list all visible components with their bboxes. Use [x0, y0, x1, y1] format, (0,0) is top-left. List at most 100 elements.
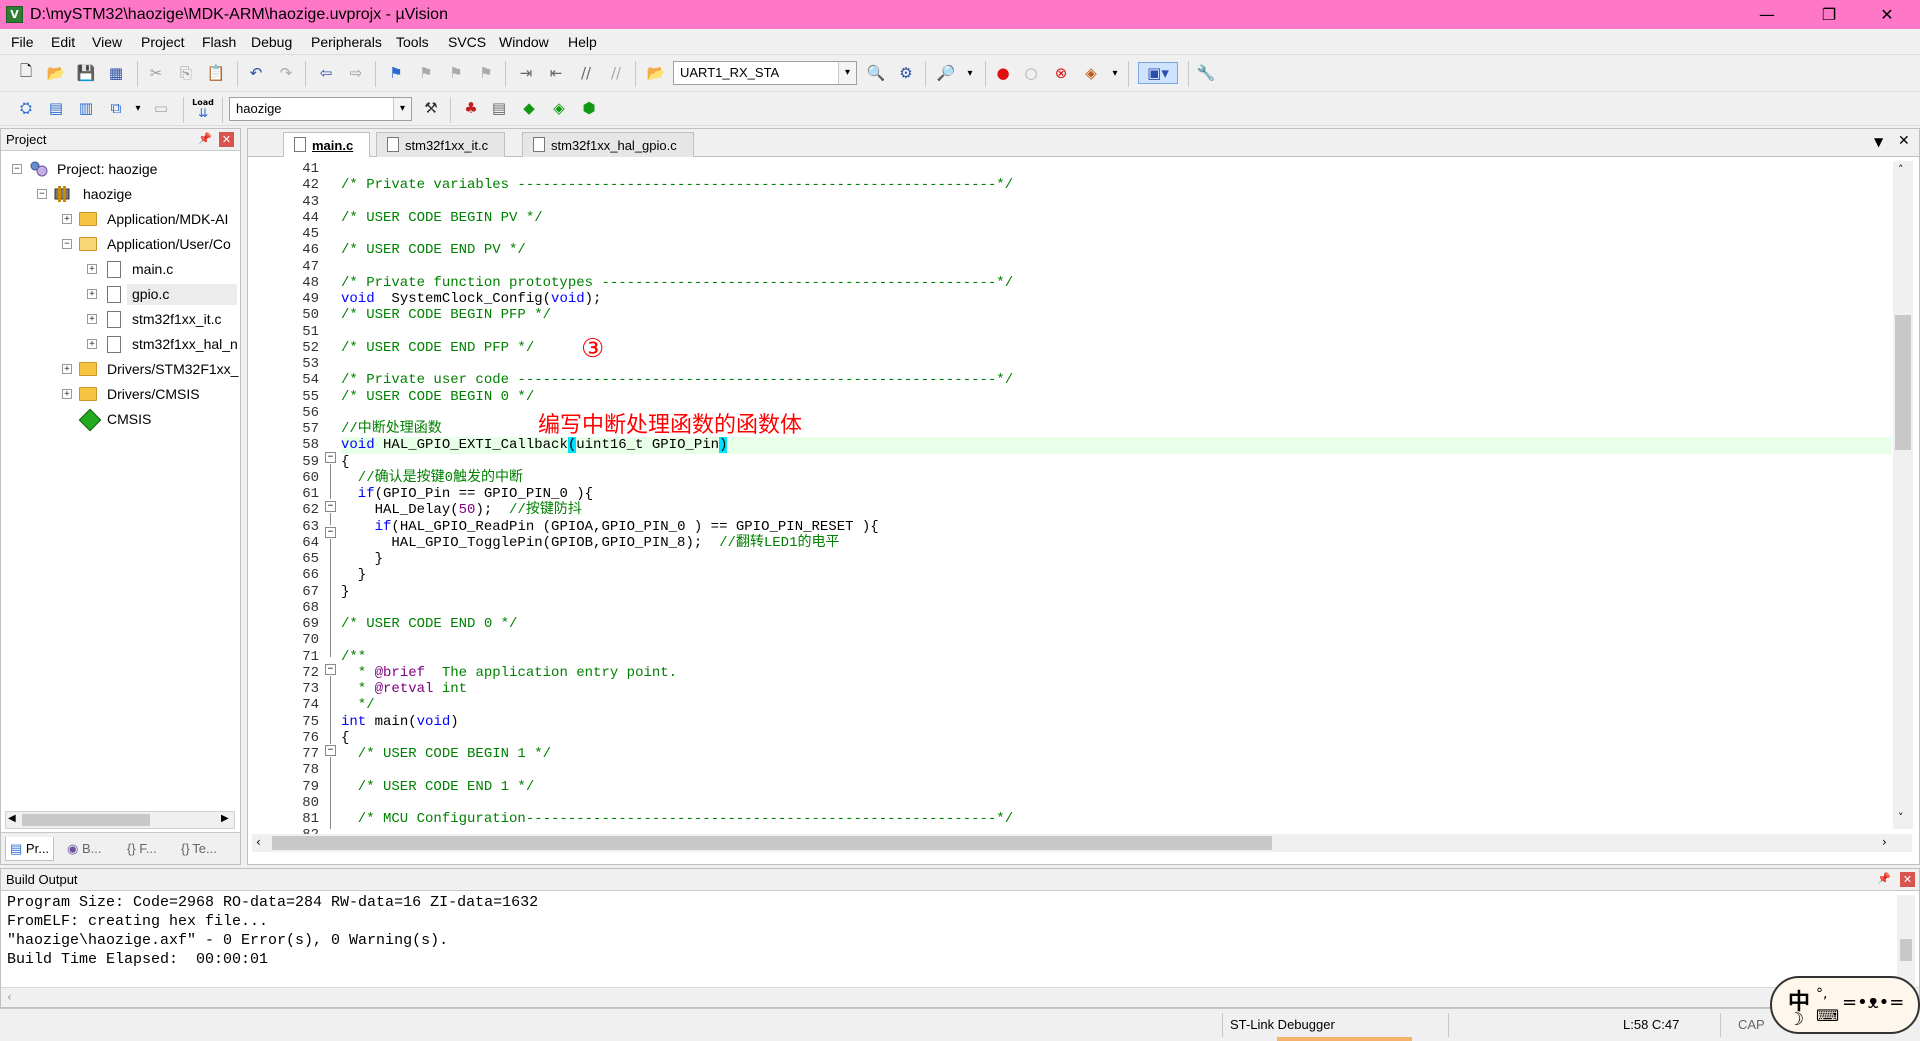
- manage-project-items-icon[interactable]: ♣: [460, 97, 482, 119]
- tab-stm32f1xx-it-c[interactable]: stm32f1xx_it.c: [376, 132, 506, 157]
- menu-window[interactable]: Window: [493, 29, 555, 55]
- save-icon[interactable]: 💾: [75, 62, 97, 84]
- fold-toggle-icon[interactable]: −: [325, 501, 336, 512]
- find-icon[interactable]: 🔍: [865, 62, 887, 84]
- expand-toggle-icon[interactable]: +: [62, 214, 72, 224]
- configure-wrench-icon[interactable]: 🔧: [1195, 62, 1217, 84]
- unindent-icon[interactable]: ⇤: [545, 62, 567, 84]
- menu-view[interactable]: View: [86, 29, 128, 55]
- tab-books[interactable]: ◉ B...: [63, 837, 105, 861]
- scrollbar-thumb[interactable]: [1900, 939, 1912, 961]
- chevron-down-icon[interactable]: ▾: [393, 98, 411, 120]
- scroll-down-icon[interactable]: ˅: [1898, 811, 1904, 824]
- code-line[interactable]: /* MCU Configuration--------------------…: [341, 811, 1891, 827]
- indent-icon[interactable]: ⇥: [515, 62, 537, 84]
- undo-icon[interactable]: ↶: [245, 62, 267, 84]
- incremental-find-icon[interactable]: ⚙: [895, 62, 917, 84]
- expand-toggle-icon[interactable]: +: [62, 389, 72, 399]
- find-combo[interactable]: UART1_RX_STA ▾: [673, 61, 857, 85]
- scrollbar-thumb[interactable]: [1895, 315, 1911, 450]
- code-line[interactable]: [341, 762, 1891, 778]
- save-all-icon[interactable]: ▦: [105, 62, 127, 84]
- tree-row-group[interactable]: + Drivers/STM32F1xx_: [1, 357, 240, 382]
- scroll-left-icon[interactable]: ◀: [8, 813, 16, 824]
- expand-toggle-icon[interactable]: +: [87, 314, 97, 324]
- rebuild-icon[interactable]: ▥: [75, 97, 97, 119]
- code-line[interactable]: [341, 259, 1891, 275]
- target-combo[interactable]: haozige ▾: [229, 97, 412, 121]
- code-line[interactable]: /* Private variables -------------------…: [341, 177, 1891, 193]
- navigate-back-icon[interactable]: ⇦: [315, 62, 337, 84]
- scroll-left-icon[interactable]: ‹: [7, 990, 12, 1004]
- tree-row-file[interactable]: + stm32f1xx_hal_n: [1, 332, 240, 357]
- collapse-toggle-icon[interactable]: −: [62, 239, 72, 249]
- code-line[interactable]: {: [341, 454, 1891, 470]
- translate-icon[interactable]: ⛭: [15, 97, 37, 119]
- tab-stm32f1xx-hal-gpio-c[interactable]: stm32f1xx_hal_gpio.c: [522, 132, 694, 157]
- menu-help[interactable]: Help: [562, 29, 603, 55]
- scroll-left-icon[interactable]: ‹: [256, 835, 261, 849]
- menu-flash[interactable]: Flash: [196, 29, 242, 55]
- breakpoint-settings-icon[interactable]: ◈: [1080, 62, 1102, 84]
- code-line[interactable]: /* USER CODE BEGIN 0 */: [341, 389, 1891, 405]
- chevron-down-icon[interactable]: ▾: [838, 62, 856, 84]
- tab-templates[interactable]: {} Te...: [177, 837, 221, 861]
- menu-edit[interactable]: Edit: [45, 29, 81, 55]
- load-download-button[interactable]: Load ⇊: [192, 97, 214, 119]
- comment-icon[interactable]: //: [575, 62, 597, 84]
- bookmark-clear-icon[interactable]: ⚑: [475, 62, 497, 84]
- code-line[interactable]: [341, 324, 1891, 340]
- code-line[interactable]: if(GPIO_Pin == GPIO_PIN_0 ){: [341, 486, 1891, 502]
- select-packs-icon[interactable]: ◆: [518, 97, 540, 119]
- code-line[interactable]: HAL_Delay(50); //按键防抖: [341, 502, 1891, 518]
- code-line[interactable]: }: [341, 551, 1891, 567]
- horizontal-scrollbar[interactable]: ‹: [1, 987, 1919, 1007]
- menu-project[interactable]: Project: [135, 29, 191, 55]
- breakpoint-icon[interactable]: ●: [992, 62, 1014, 84]
- code-line[interactable]: */: [341, 697, 1891, 713]
- scroll-up-icon[interactable]: ˄: [1898, 163, 1904, 176]
- tree-row-group[interactable]: + Application/MDK-AI: [1, 207, 240, 232]
- tab-main-c[interactable]: main.c: [283, 132, 371, 157]
- run-time-environment-icon[interactable]: ⬢: [578, 97, 600, 119]
- tree-row-cmsis[interactable]: CMSIS: [1, 407, 240, 432]
- uncomment-icon[interactable]: //: [605, 62, 627, 84]
- code-line[interactable]: [341, 226, 1891, 242]
- tree-row-file[interactable]: + main.c: [1, 257, 240, 282]
- batch-build-icon[interactable]: ⧉: [105, 97, 127, 119]
- vertical-scrollbar[interactable]: ˄ ˅: [1893, 161, 1913, 829]
- fold-toggle-icon[interactable]: −: [325, 527, 336, 538]
- collapse-toggle-icon[interactable]: −: [37, 189, 47, 199]
- manage-environment-icon[interactable]: ▤: [488, 97, 510, 119]
- code-line[interactable]: [341, 827, 1891, 829]
- fold-toggle-icon[interactable]: −: [325, 664, 336, 675]
- code-line[interactable]: [341, 161, 1891, 177]
- breakpoint-disable-icon[interactable]: ○: [1020, 62, 1042, 84]
- close-button[interactable]: ✕: [1864, 0, 1910, 29]
- code-line[interactable]: /* Private user code -------------------…: [341, 372, 1891, 388]
- expand-toggle-icon[interactable]: +: [87, 289, 97, 299]
- target-options-icon[interactable]: ⚒: [420, 97, 442, 119]
- scroll-right-icon[interactable]: ›: [1882, 835, 1887, 849]
- code-line[interactable]: int main(void): [341, 714, 1891, 730]
- code-line[interactable]: /* USER CODE BEGIN PV */: [341, 210, 1891, 226]
- code-line[interactable]: }: [341, 567, 1891, 583]
- menu-svcs[interactable]: SVCS: [442, 29, 492, 55]
- navigate-forward-icon[interactable]: ⇨: [345, 62, 367, 84]
- window-layout-icon[interactable]: ▣▾: [1138, 62, 1178, 84]
- open-file-icon[interactable]: 📂: [45, 62, 67, 84]
- find-in-files-icon[interactable]: 📂: [645, 62, 667, 84]
- close-icon[interactable]: ✕: [219, 132, 234, 147]
- chevron-down-icon[interactable]: ▾: [1104, 62, 1126, 84]
- tree-row-file[interactable]: + gpio.c: [1, 282, 240, 307]
- ime-indicator[interactable]: 中 ☽ °, ⌨ =•ᴥ•=: [1770, 976, 1920, 1034]
- code-line[interactable]: {: [341, 730, 1891, 746]
- code-line[interactable]: /**: [341, 649, 1891, 665]
- expand-toggle-icon[interactable]: +: [62, 364, 72, 374]
- code-line[interactable]: }: [341, 584, 1891, 600]
- code-line[interactable]: /* USER CODE END PFP */: [341, 340, 1891, 356]
- code-line[interactable]: * @retval int: [341, 681, 1891, 697]
- paste-icon[interactable]: 📋: [205, 62, 227, 84]
- code-line[interactable]: [341, 600, 1891, 616]
- pin-icon[interactable]: 📌: [198, 132, 212, 146]
